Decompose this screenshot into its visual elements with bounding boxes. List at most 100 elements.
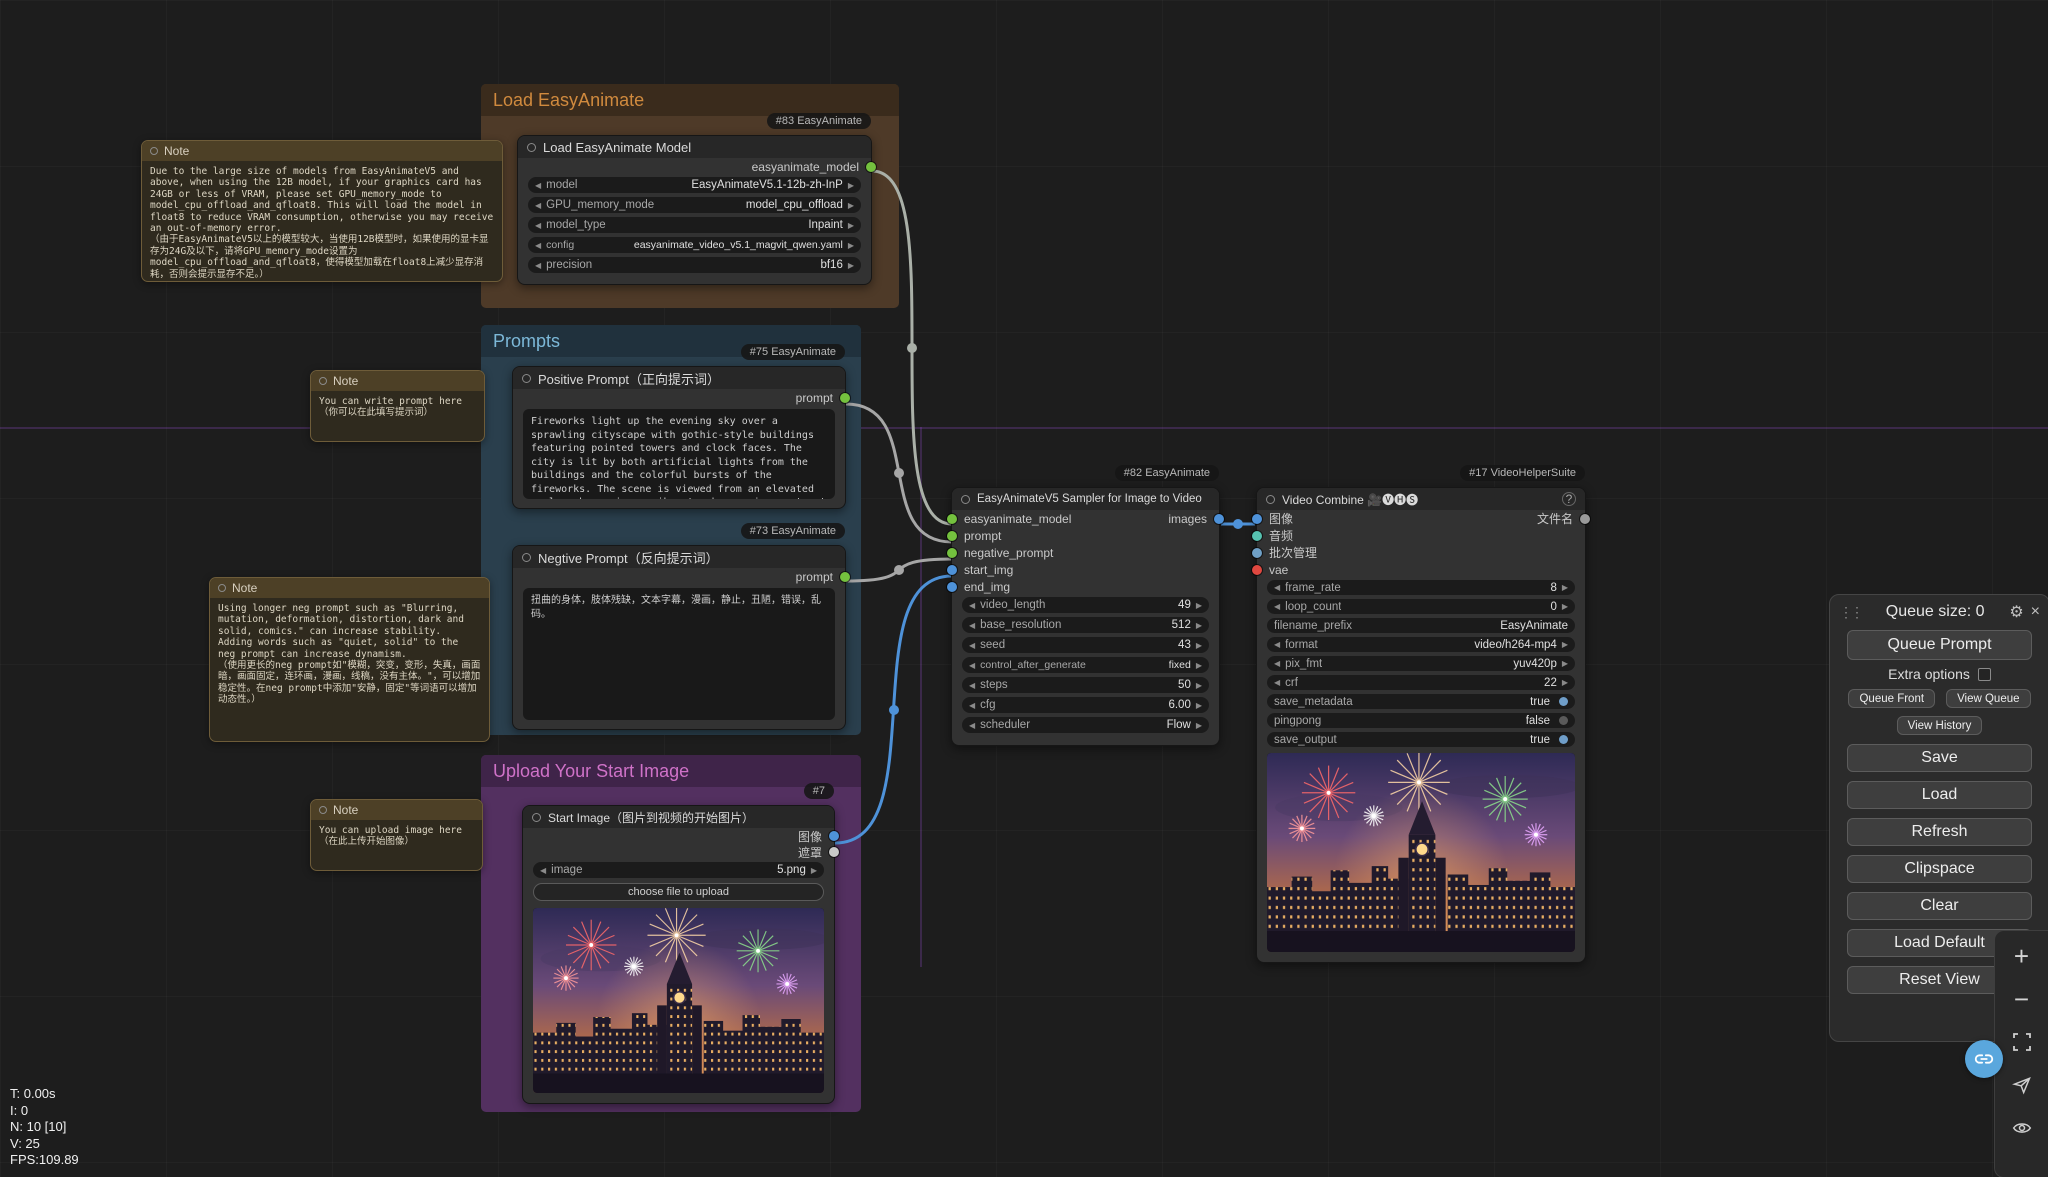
prev-arrow-icon[interactable]: ◀ [1274,640,1280,649]
widget-model[interactable]: ◀ model EasyAnimateV5.1-12b-zh-InP ▶ [528,177,861,193]
toggle-icon[interactable] [1559,716,1568,725]
prev-arrow-icon[interactable]: ◀ [969,621,975,630]
note-node-vram-tip[interactable]: Note Due to the large size of models fro… [141,140,503,282]
input-port[interactable] [1252,547,1262,558]
widget-config[interactable]: ◀ config easyanimate_video_v5.1_magvit_qwe… [528,237,861,253]
next-arrow-icon[interactable]: ▶ [1196,681,1202,690]
refresh-button[interactable]: Refresh [1847,818,2032,846]
output-port[interactable] [840,571,850,582]
node-negative-prompt[interactable]: #73 EasyAnimate Negtive Prompt（反向提示词） pr… [512,523,850,730]
next-arrow-icon[interactable]: ▶ [1562,678,1568,687]
help-icon[interactable]: ? [1562,492,1576,506]
link-mode-button[interactable] [1965,1040,2003,1078]
prev-arrow-icon[interactable]: ◀ [969,701,975,710]
widget-loop-count[interactable]: ◀ loop_count 0 ▶ [1267,599,1575,614]
collapse-dot[interactable] [522,552,531,562]
prev-arrow-icon[interactable]: ◀ [535,181,541,190]
collapse-dot[interactable] [319,377,327,385]
toggle-icon[interactable] [1559,735,1568,744]
extra-options-checkbox[interactable] [1977,667,1991,681]
clipspace-button[interactable]: Clipspace [1847,855,2032,883]
next-arrow-icon[interactable]: ▶ [1196,701,1202,710]
prev-arrow-icon[interactable]: ◀ [969,641,975,650]
widget-crf[interactable]: ◀ crf 22 ▶ [1267,675,1575,690]
prev-arrow-icon[interactable]: ◀ [969,721,975,730]
next-arrow-icon[interactable]: ▶ [1562,659,1568,668]
save-button[interactable]: Save [1847,744,2032,772]
note-node-write-prompt[interactable]: Note You can write prompt here （你可以在此填写提… [310,370,485,442]
settings-gear-icon[interactable]: ⚙ [2009,602,2023,622]
next-arrow-icon[interactable]: ▶ [848,261,854,270]
node-title-bar[interactable]: Start Image（图片到视频的开始图片） [523,806,834,828]
node-video-combine[interactable]: #17 VideoHelperSuite Video Combine 🎥🅥🅗🅢 … [1252,465,1590,963]
node-title-bar[interactable]: Load EasyAnimate Model [518,136,871,158]
widget-format[interactable]: ◀ format video/h264-mp4 ▶ [1267,637,1575,652]
node-title-bar[interactable]: Negtive Prompt（反向提示词） [513,546,845,568]
zoom-in-button[interactable]: + [2009,943,2035,969]
output-port-filename[interactable] [1580,513,1590,524]
next-arrow-icon[interactable]: ▶ [1562,583,1568,592]
next-arrow-icon[interactable]: ▶ [848,201,854,210]
collapse-dot[interactable] [319,806,327,814]
widget-precision[interactable]: ◀ precision bf16 ▶ [528,257,861,273]
widget-scheduler[interactable]: ◀ scheduler Flow ▶ [962,717,1209,733]
collapse-dot[interactable] [527,142,536,152]
widget-control-after-generate[interactable]: ◀ control_after_generate fixed ▶ [962,657,1209,673]
widget-save-metadata[interactable]: save_metadata true [1267,694,1575,709]
widget-seed[interactable]: ◀ seed 43 ▶ [962,637,1209,653]
input-port[interactable] [947,530,957,541]
node-easyanimate-sampler[interactable]: #82 EasyAnimate EasyAnimateV5 Sampler fo… [947,465,1224,746]
comfyui-canvas[interactable]: Load EasyAnimate Prompts Upload Your Sta… [0,0,2048,1177]
next-arrow-icon[interactable]: ▶ [848,181,854,190]
prev-arrow-icon[interactable]: ◀ [535,241,541,250]
collapse-dot[interactable] [532,812,541,822]
widget-save-output[interactable]: save_output true [1267,732,1575,747]
eye-icon[interactable] [2009,1115,2035,1141]
view-queue-button[interactable]: View Queue [1946,689,2031,708]
prev-arrow-icon[interactable]: ◀ [535,201,541,210]
widget-image-file[interactable]: ◀ image 5.png ▶ [533,862,824,878]
prev-arrow-icon[interactable]: ◀ [969,601,975,610]
prev-arrow-icon[interactable]: ◀ [969,681,975,690]
widget-model-type[interactable]: ◀ model_type Inpaint ▶ [528,217,861,233]
collapse-dot[interactable] [150,147,158,155]
input-port[interactable] [947,581,957,592]
input-port[interactable] [947,547,957,558]
input-port-easyanimate-model[interactable] [947,513,957,524]
send-cursor-icon[interactable] [2009,1072,2035,1098]
next-arrow-icon[interactable]: ▶ [1196,721,1202,730]
collapse-dot[interactable] [1266,494,1275,504]
widget-cfg[interactable]: ◀ cfg 6.00 ▶ [962,697,1209,713]
next-arrow-icon[interactable]: ▶ [1196,621,1202,630]
toggle-icon[interactable] [1559,697,1568,706]
close-icon[interactable]: × [2031,603,2040,621]
note-node-upload-image[interactable]: Note You can upload image here （在此上传开始图像… [310,799,483,871]
view-history-button[interactable]: View History [1896,716,1983,735]
widget-frame-rate[interactable]: ◀ frame_rate 8 ▶ [1267,580,1575,595]
queue-prompt-button[interactable]: Queue Prompt [1847,630,2032,660]
input-port-image[interactable] [1252,513,1262,524]
group-title[interactable]: Upload Your Start Image [481,755,861,787]
node-title-bar[interactable]: Positive Prompt（正向提示词） [513,367,845,389]
node-title-bar[interactable]: Video Combine 🎥🅥🅗🅢 ? [1257,488,1585,510]
next-arrow-icon[interactable]: ▶ [1196,641,1202,650]
collapse-dot[interactable] [522,373,531,383]
widget-filename-prefix[interactable]: filename_prefix EasyAnimate [1267,618,1575,633]
widget-gpu-memory-mode[interactable]: ◀ GPU_memory_mode model_cpu_offload ▶ [528,197,861,213]
prev-arrow-icon[interactable]: ◀ [535,221,541,230]
output-port[interactable] [829,847,839,857]
output-port[interactable] [866,161,876,172]
next-arrow-icon[interactable]: ▶ [848,241,854,250]
prev-arrow-icon[interactable]: ◀ [1274,602,1280,611]
next-arrow-icon[interactable]: ▶ [811,866,817,875]
prev-arrow-icon[interactable]: ◀ [1274,583,1280,592]
collapse-dot[interactable] [961,494,970,504]
node-title-bar[interactable]: EasyAnimateV5 Sampler for Image to Video [952,488,1219,510]
input-port[interactable] [947,564,957,575]
node-load-easyanimate-model[interactable]: #83 EasyAnimate Load EasyAnimate Model e… [517,113,876,285]
group-title[interactable]: Load EasyAnimate [481,84,899,116]
load-button[interactable]: Load [1847,781,2032,809]
prev-arrow-icon[interactable]: ◀ [540,866,546,875]
next-arrow-icon[interactable]: ▶ [1562,602,1568,611]
next-arrow-icon[interactable]: ▶ [848,221,854,230]
